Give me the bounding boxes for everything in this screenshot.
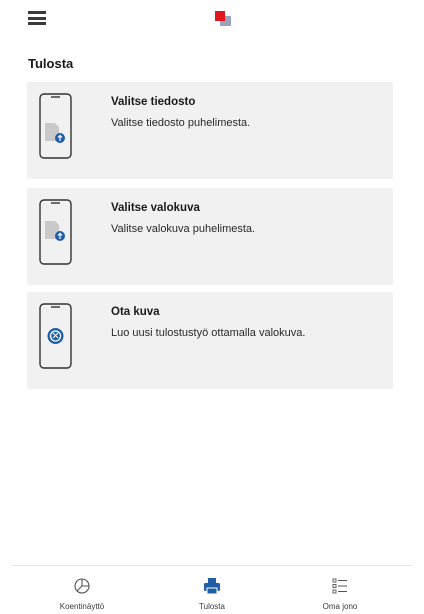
- card-title: Ota kuva: [111, 306, 160, 318]
- nav-item-print[interactable]: Tulosta: [162, 566, 262, 614]
- card-description: Valitse valokuva puhelimesta.: [111, 223, 256, 235]
- nav-label: Tulosta: [199, 602, 225, 611]
- printer-icon: [204, 578, 220, 595]
- bottom-navigation: Koentinäyttö Tulosta Oma jono: [12, 565, 412, 614]
- card-select-photo[interactable]: Valitse valokuva Valitse valokuva puheli…: [27, 188, 393, 285]
- nav-item-own-queue[interactable]: Oma jono: [290, 566, 390, 614]
- home-screen-icon: [74, 578, 90, 594]
- card-select-file[interactable]: Valitse tiedosto Valitse tiedosto puheli…: [27, 82, 393, 179]
- phone-file-upload-icon: [39, 93, 72, 159]
- list-queue-icon: [332, 578, 347, 594]
- card-title: Valitse tiedosto: [111, 96, 196, 108]
- nav-label: Oma jono: [322, 602, 358, 611]
- nav-item-home-screen[interactable]: Koentinäyttö: [32, 566, 132, 614]
- nav-label: Koentinäyttö: [59, 602, 105, 611]
- app-root: Tulosta Valitse tiedosto Valitse tiedost…: [0, 0, 424, 614]
- app-logo-icon: [215, 11, 231, 26]
- card-description: Luo uusi tulostustyö ottamalla valokuva.: [111, 327, 306, 339]
- page-title: Tulosta: [28, 56, 74, 71]
- phone-photo-upload-icon: [39, 199, 72, 265]
- phone-camera-icon: [39, 303, 72, 369]
- card-description: Valitse tiedosto puhelimesta.: [111, 117, 251, 129]
- card-title: Valitse valokuva: [111, 202, 200, 214]
- top-bar: [0, 0, 424, 40]
- hamburger-menu-icon[interactable]: [28, 10, 46, 26]
- card-take-photo[interactable]: Ota kuva Luo uusi tulostustyö ottamalla …: [27, 292, 393, 389]
